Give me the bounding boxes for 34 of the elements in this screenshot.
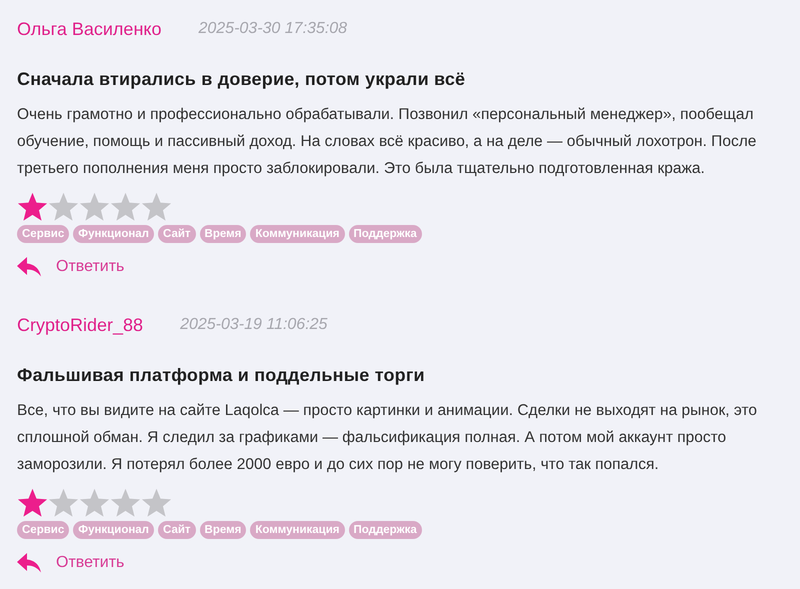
review-text: Все, что вы видите на сайте Laqolca — просто картинки и анимации. Сделки не выходят на рынок, это сплошной обман. Я следил за графиками — фальсификация полная. А потом мой аккаунт просто заморозили. Я потерял более 2000 евро и до сих пор не могу поверить, что так попался. bbox=[17, 401, 758, 475]
reply-icon bbox=[17, 553, 42, 573]
star-icon bbox=[17, 488, 48, 518]
tag: Время bbox=[200, 521, 246, 539]
review-title: Фальшивая платформа и поддельные торги bbox=[17, 364, 426, 387]
star-icon bbox=[48, 192, 79, 222]
tag: Коммуникация bbox=[250, 225, 345, 243]
tag: Сайт bbox=[158, 521, 196, 539]
author-name: CryptoRider_88 bbox=[17, 314, 144, 337]
star-icon bbox=[48, 488, 79, 518]
review-title: Сначала втирались в доверие, потом украли всё bbox=[17, 68, 466, 91]
reply-button[interactable]: Ответить bbox=[17, 551, 124, 575]
review-text: Очень грамотно и профессионально обрабатывали. Позвонил «персональный менеджер», пообещал обучение, помощь и пассивный доход. На словах всё красиво, а на деле — обычный лохотрон. После третьего пополнения меня просто заблокировали. Это была тщательно подготовленная кража. bbox=[17, 105, 758, 179]
star-icon bbox=[79, 488, 110, 518]
tag: Поддержка bbox=[348, 521, 422, 539]
star-icon bbox=[110, 192, 141, 222]
tag: Поддержка bbox=[348, 225, 422, 243]
tag: Сервис bbox=[17, 225, 70, 243]
star-icon bbox=[141, 488, 172, 518]
review-date: 2025-03-19 11:06:25 bbox=[180, 315, 328, 335]
star-icon bbox=[110, 488, 141, 518]
reply-button[interactable]: Ответить bbox=[17, 255, 124, 279]
tag: Сайт bbox=[158, 225, 196, 243]
tag: Функционал bbox=[73, 225, 154, 243]
tag: Время bbox=[200, 225, 246, 243]
tag: Сервис bbox=[17, 521, 70, 539]
tag: Коммуникация bbox=[250, 521, 345, 539]
reply-icon bbox=[17, 257, 42, 277]
review-date: 2025-03-30 17:35:08 bbox=[198, 19, 348, 39]
author-name: Ольга Василенко bbox=[17, 18, 162, 40]
tag: Функционал bbox=[73, 521, 154, 539]
star-icon bbox=[79, 192, 110, 222]
star-icon bbox=[17, 192, 48, 222]
star-icon bbox=[141, 192, 172, 222]
